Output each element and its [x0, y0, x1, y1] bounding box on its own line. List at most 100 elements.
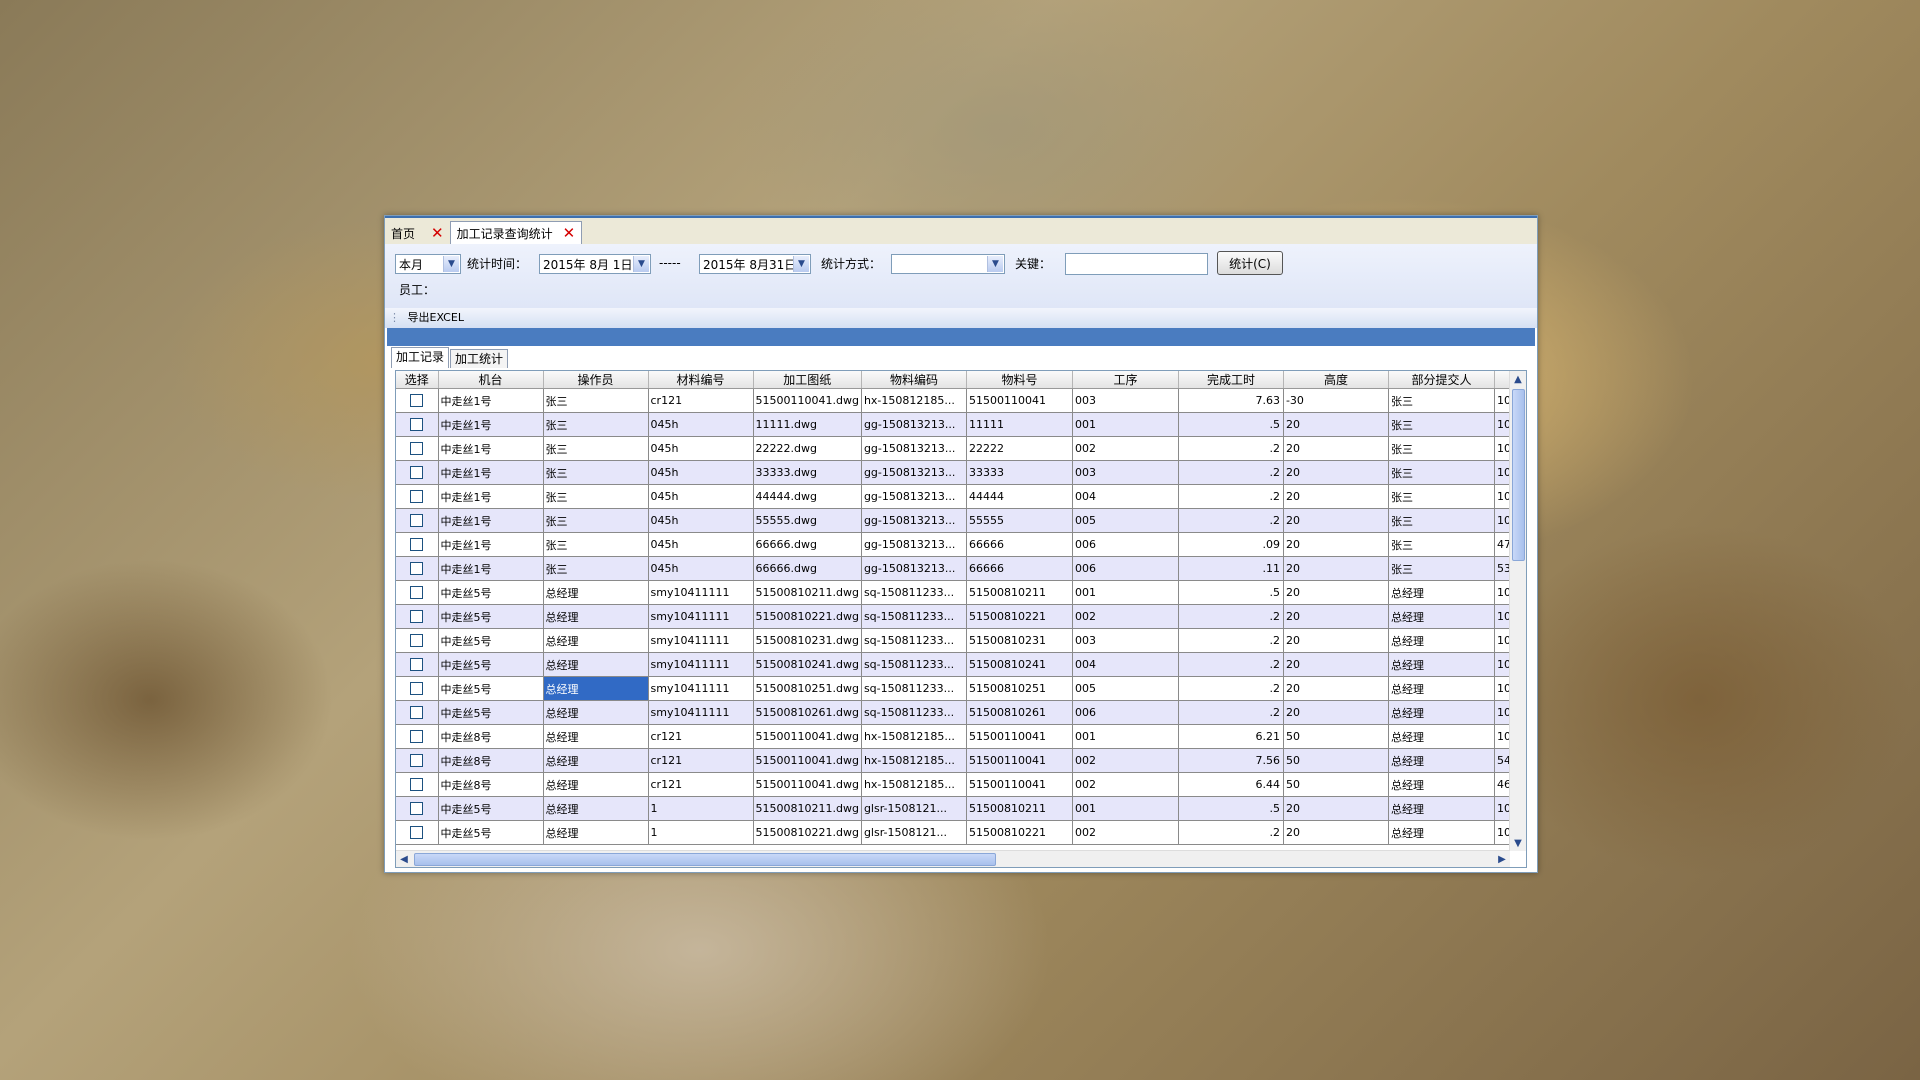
scroll-left-icon[interactable]: ◀ [396, 851, 412, 867]
table-cell[interactable]: smy10411111 [648, 700, 754, 725]
table-cell[interactable]: 总经理 [1388, 748, 1495, 773]
column-header[interactable]: 物料号 [966, 371, 1073, 389]
table-cell[interactable]: 50 [1283, 724, 1389, 749]
table-cell[interactable]: .2 [1178, 436, 1284, 461]
table-cell[interactable]: 44444 [966, 484, 1073, 509]
table-cell[interactable]: 张三 [1388, 532, 1495, 557]
table-cell[interactable]: 中走丝5号 [438, 628, 544, 653]
horizontal-scrollbar[interactable]: ◀ ▶ [396, 850, 1510, 867]
row-checkbox[interactable] [410, 418, 424, 432]
table-cell[interactable]: 44444.dwg [753, 484, 862, 509]
column-header[interactable]: 选择 [396, 371, 439, 389]
table-cell[interactable]: 20 [1283, 460, 1389, 485]
table-cell[interactable]: 51500810251.dwg [753, 676, 862, 701]
table-cell[interactable]: 中走丝8号 [438, 748, 544, 773]
table-cell[interactable]: 51500810251 [966, 676, 1073, 701]
table-cell[interactable]: sq-150811233... [861, 700, 967, 725]
date-to-picker[interactable]: 2015年 8月31日 ▼ [699, 254, 811, 274]
table-cell[interactable]: smy10411111 [648, 676, 754, 701]
table-row[interactable]: 中走丝5号 总经理 smy10411111 51500810231.dwg sq-150… [396, 628, 1515, 653]
table-cell[interactable]: cr121 [648, 388, 754, 413]
keyword-input[interactable] [1065, 253, 1208, 275]
table-cell[interactable]: 张三 [1388, 556, 1495, 581]
chevron-down-icon[interactable]: ▼ [633, 256, 649, 272]
table-cell[interactable]: 20 [1283, 484, 1389, 509]
table-cell[interactable]: smy10411111 [648, 628, 754, 653]
table-row[interactable]: 中走丝1号 张三 045h 55555.dwg gg-150813213... 55555… [396, 508, 1515, 533]
table-cell[interactable]: 总经理 [1388, 700, 1495, 725]
table-cell[interactable]: 51500810221 [966, 820, 1073, 845]
tab-processing-records[interactable]: 加工记录查询统计 ✕ [449, 221, 583, 244]
table-cell[interactable]: 1 [648, 796, 754, 821]
table-cell[interactable]: .5 [1178, 580, 1284, 605]
column-header[interactable]: 部分提交人 [1388, 371, 1495, 389]
table-cell[interactable]: hx-150812185... [861, 388, 967, 413]
table-cell[interactable]: hx-150812185... [861, 748, 967, 773]
date-from-picker[interactable]: 2015年 8月 1日 ▼ [539, 254, 651, 274]
table-cell[interactable]: 总经理 [543, 604, 649, 629]
table-cell[interactable]: 002 [1072, 772, 1179, 797]
table-cell[interactable]: 中走丝5号 [438, 652, 544, 677]
table-cell[interactable]: 张三 [1388, 508, 1495, 533]
table-cell[interactable]: 51500810221.dwg [753, 820, 862, 845]
table-cell[interactable]: 51500810231 [966, 628, 1073, 653]
table-cell[interactable]: hx-150812185... [861, 772, 967, 797]
table-cell[interactable]: .09 [1178, 532, 1284, 557]
table-cell[interactable]: 总经理 [543, 820, 649, 845]
table-cell[interactable]: .2 [1178, 460, 1284, 485]
row-checkbox[interactable] [410, 562, 424, 576]
table-cell[interactable]: 20 [1283, 652, 1389, 677]
scroll-right-icon[interactable]: ▶ [1494, 851, 1510, 867]
table-cell[interactable]: 51500110041 [966, 748, 1073, 773]
table-cell[interactable]: 002 [1072, 820, 1179, 845]
table-cell[interactable]: 总经理 [1388, 796, 1495, 821]
table-cell[interactable]: .2 [1178, 484, 1284, 509]
table-cell[interactable]: .2 [1178, 652, 1284, 677]
table-cell[interactable]: 51500810261.dwg [753, 700, 862, 725]
table-cell[interactable]: 张三 [1388, 436, 1495, 461]
table-cell[interactable]: gg-150813213... [861, 412, 967, 437]
row-checkbox[interactable] [410, 442, 424, 456]
table-cell[interactable]: 045h [648, 532, 754, 557]
table-cell[interactable]: gg-150813213... [861, 532, 967, 557]
table-cell[interactable]: 总经理 [543, 580, 649, 605]
table-cell[interactable]: 20 [1283, 580, 1389, 605]
table-cell[interactable]: 中走丝1号 [438, 412, 544, 437]
table-cell[interactable]: gg-150813213... [861, 556, 967, 581]
table-cell[interactable]: 50 [1283, 772, 1389, 797]
table-cell[interactable]: 045h [648, 412, 754, 437]
table-row[interactable]: 中走丝1号 张三 045h 66666.dwg gg-150813213... 66666… [396, 532, 1515, 557]
table-cell[interactable]: 51500110041 [966, 388, 1073, 413]
table-cell[interactable]: 51500810261 [966, 700, 1073, 725]
column-header[interactable]: 加工图纸 [753, 371, 862, 389]
table-cell[interactable]: cr121 [648, 748, 754, 773]
tab-home[interactable]: 首页 ✕ [385, 222, 450, 244]
table-cell[interactable]: 20 [1283, 436, 1389, 461]
table-row[interactable]: 中走丝1号 张三 045h 33333.dwg gg-150813213... 33333… [396, 460, 1515, 485]
table-cell[interactable]: 张三 [1388, 388, 1495, 413]
table-row[interactable]: 中走丝1号 张三 045h 22222.dwg gg-150813213... 22222… [396, 436, 1515, 461]
table-cell[interactable]: 总经理 [543, 724, 649, 749]
table-row[interactable]: 中走丝5号 总经理 1 51500810211.dwg glsr-1508121... 5… [396, 796, 1515, 821]
table-row[interactable]: 中走丝1号 张三 045h 66666.dwg gg-150813213... 66666… [396, 556, 1515, 581]
row-checkbox[interactable] [410, 466, 424, 480]
table-cell[interactable]: 20 [1283, 532, 1389, 557]
table-cell[interactable]: 总经理 [1388, 604, 1495, 629]
table-cell[interactable]: 张三 [543, 388, 649, 413]
table-cell[interactable]: 001 [1072, 580, 1179, 605]
column-header[interactable]: 完成工时 [1178, 371, 1284, 389]
table-cell[interactable]: 总经理 [1388, 676, 1495, 701]
table-cell[interactable]: sq-150811233... [861, 580, 967, 605]
table-row[interactable]: 中走丝5号 总经理 smy10411111 51500810241.dwg sq-150… [396, 652, 1515, 677]
column-header[interactable]: 操作员 [543, 371, 649, 389]
table-cell[interactable]: 中走丝1号 [438, 460, 544, 485]
table-cell[interactable]: 045h [648, 484, 754, 509]
row-checkbox[interactable] [410, 802, 424, 816]
table-cell[interactable]: 张三 [1388, 460, 1495, 485]
table-cell[interactable]: 1 [648, 820, 754, 845]
column-header[interactable]: 材料编号 [648, 371, 754, 389]
table-cell[interactable]: 张三 [543, 436, 649, 461]
tab-processing-stats[interactable]: 加工统计 [450, 349, 509, 368]
close-icon[interactable]: ✕ [563, 225, 576, 241]
row-checkbox[interactable] [410, 538, 424, 552]
